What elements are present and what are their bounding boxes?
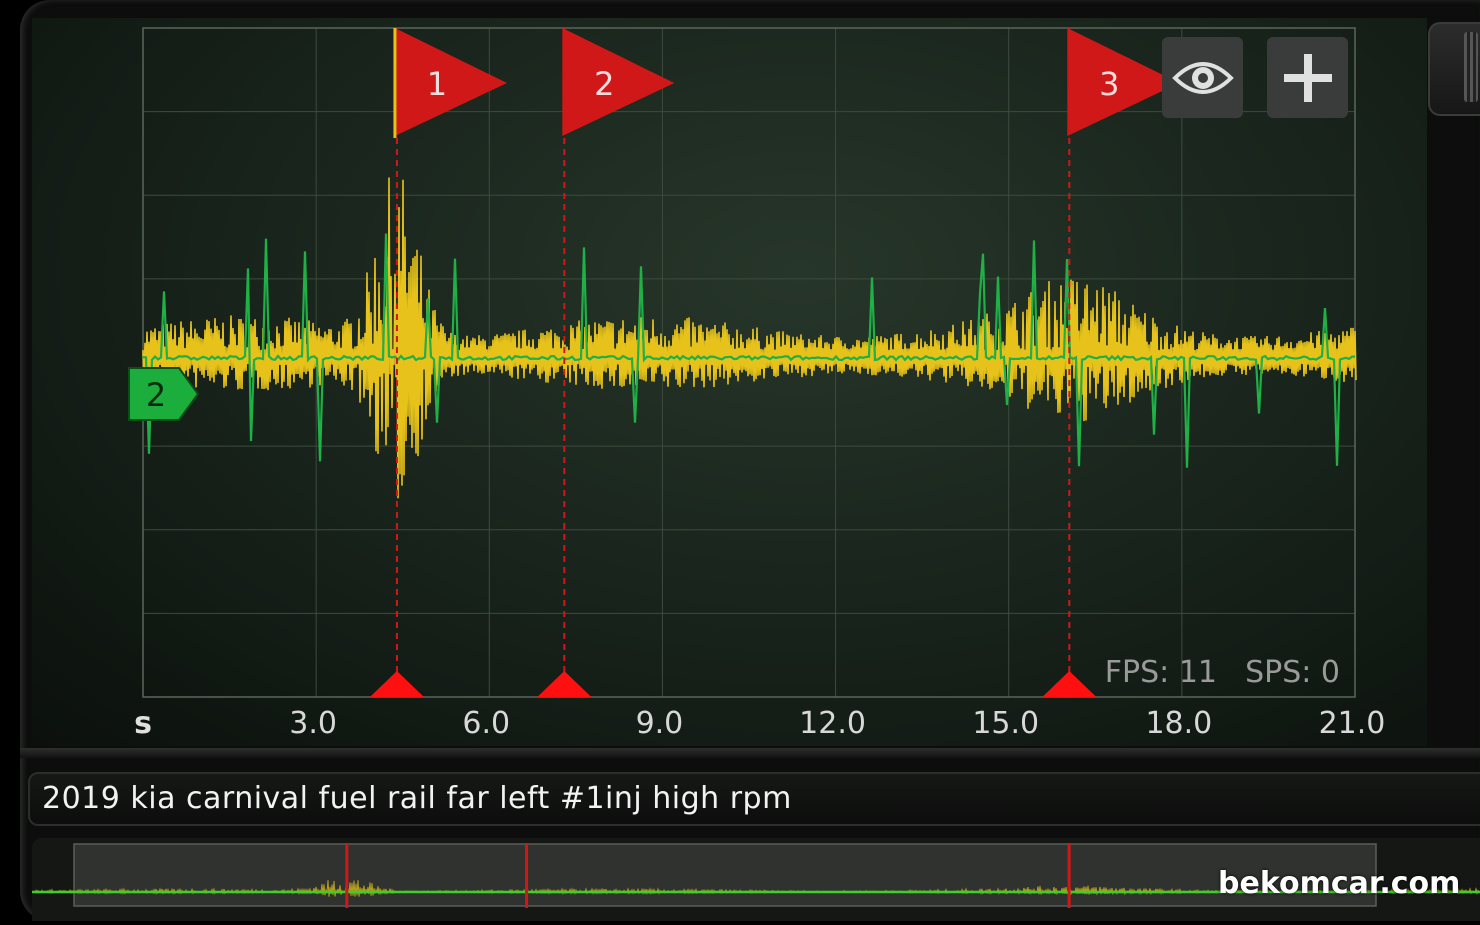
x-tick-label: 9.0: [636, 706, 684, 741]
recording-title-bar[interactable]: 2019 kia carnival fuel rail far left #1i…: [28, 772, 1480, 826]
x-tick-label: 12.0: [799, 706, 866, 741]
marker-handle: [369, 671, 424, 697]
marker-label: 1: [427, 65, 447, 103]
side-panel-handle[interactable]: [1428, 22, 1480, 116]
eye-icon: [1171, 61, 1234, 94]
recording-title: 2019 kia carnival fuel rail far left #1i…: [42, 781, 792, 816]
sps-readout: SPS: 0: [1245, 655, 1340, 690]
divider: [20, 748, 1480, 758]
marker-handle: [1042, 671, 1097, 697]
x-tick-label: 3.0: [289, 706, 337, 741]
fps-readout: FPS: 11: [1105, 655, 1217, 690]
channel-marker-label: 2: [146, 376, 166, 414]
oscilloscope-screen[interactable]: 123 3.0 6.0 9.0 12.0 15.0 18.0 21.0 s FPS: 11 …: [32, 18, 1427, 746]
x-tick-label: 18.0: [1145, 706, 1212, 741]
visibility-button[interactable]: [1162, 37, 1243, 118]
x-axis-ticks: 3.0 6.0 9.0 12.0 15.0 18.0 21.0: [289, 706, 1385, 741]
channel-a-trace: [142, 177, 1357, 499]
x-tick-label: 21.0: [1319, 706, 1386, 741]
add-marker-button[interactable]: [1267, 37, 1348, 118]
marker-label: 2: [594, 65, 614, 103]
plus-icon: [1283, 53, 1332, 102]
marker-label: 3: [1099, 65, 1119, 103]
marker-handle: [537, 671, 592, 697]
grip-icon: [1464, 32, 1478, 102]
waveform-plot[interactable]: 123 3.0 6.0 9.0 12.0 15.0 18.0 21.0 s FPS: 11 …: [32, 18, 1427, 746]
x-tick-label: 6.0: [462, 706, 510, 741]
time-unit-label: s: [134, 706, 152, 741]
waveform-traces: [141, 177, 1357, 499]
watermark: bekomcar.com: [1218, 866, 1461, 901]
x-tick-label: 15.0: [972, 706, 1039, 741]
